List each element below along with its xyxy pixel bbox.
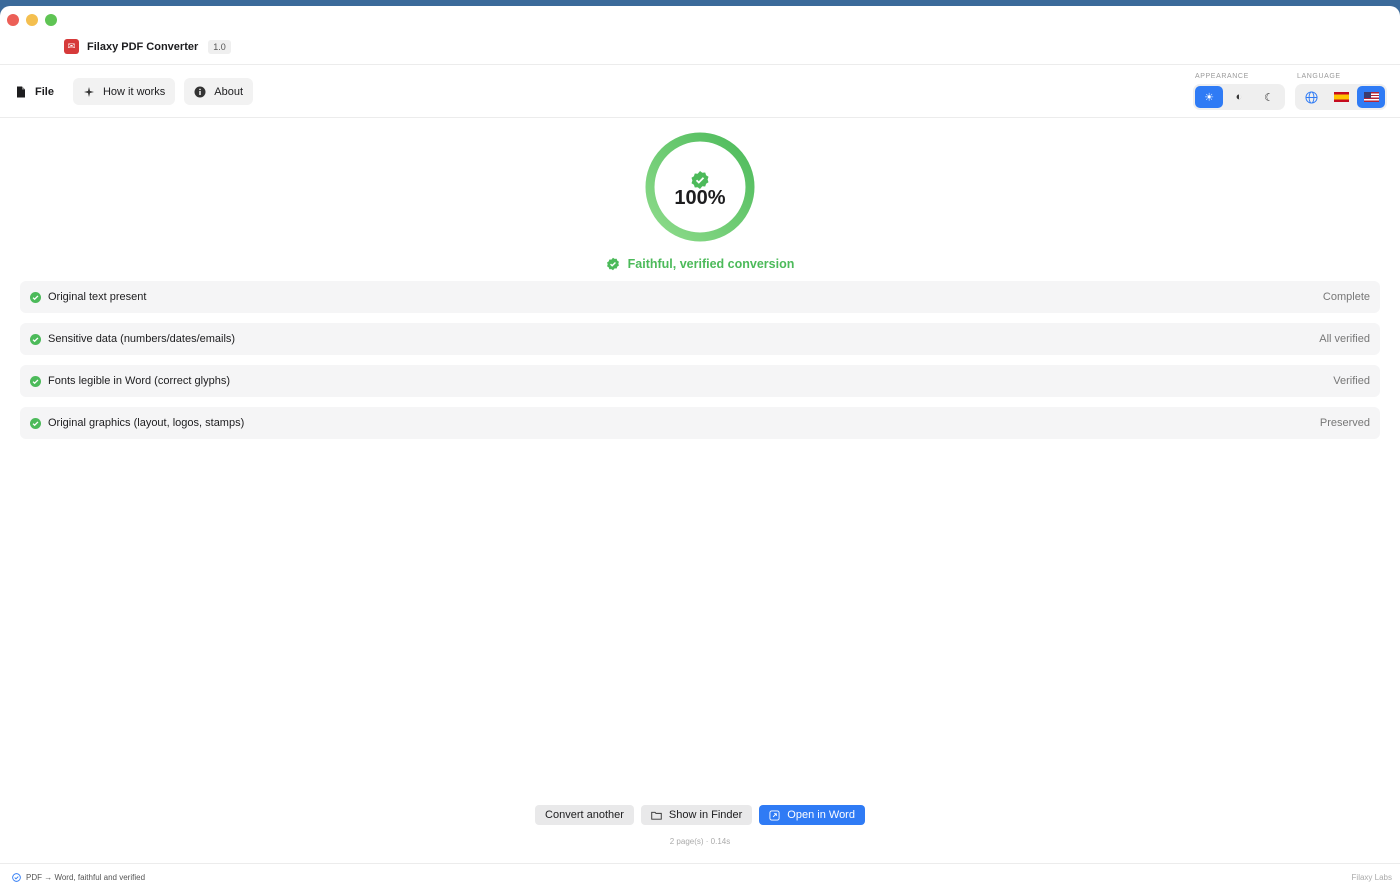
document-icon — [17, 86, 25, 97]
app-window: ✉ Filaxy PDF Converter 1.0 File How it w… — [0, 6, 1400, 885]
minimize-window-button[interactable] — [26, 14, 38, 26]
sun-icon: ☀ — [1204, 91, 1214, 104]
divider — [0, 64, 1400, 65]
score-gauge: 100% — [644, 131, 756, 243]
about-label: About — [214, 85, 244, 98]
window-controls — [7, 14, 57, 26]
appearance-group: APPEARANCE ☀ ◐ ☾ — [1193, 73, 1285, 110]
show-in-finder-label: Show in Finder — [668, 809, 743, 821]
verdict: Faithful, verified conversion — [0, 257, 1400, 271]
close-window-button[interactable] — [7, 14, 19, 26]
appearance-label: APPEARANCE — [1195, 73, 1249, 80]
globe-icon — [1304, 90, 1318, 104]
check-status: All verified — [1319, 333, 1370, 345]
light-mode-button[interactable]: ☀ — [1195, 86, 1223, 108]
language-auto-button[interactable] — [1297, 86, 1325, 108]
verification-checklist: Original text present Complete Sensitive… — [20, 281, 1380, 449]
show-in-finder-button[interactable]: Show in Finder — [640, 805, 753, 825]
check-icon — [30, 291, 41, 303]
convert-another-label: Convert another — [545, 809, 624, 821]
moon-icon: ☾ — [1264, 91, 1274, 104]
score-percent: 100% — [674, 187, 726, 209]
spain-flag-icon — [1333, 92, 1349, 102]
result-actions: Convert another Show in Finder Open in W… — [0, 805, 1400, 825]
preferences-toggles: APPEARANCE ☀ ◐ ☾ LANGUAGE — [1193, 73, 1387, 110]
contrast-icon: ◐ — [1235, 91, 1243, 103]
status-bar: PDF → Word, faithful and verified Filaxy… — [0, 869, 1400, 885]
file-button[interactable]: File — [10, 78, 64, 105]
company-credit: Filaxy Labs — [1351, 872, 1392, 882]
divider — [0, 117, 1400, 118]
open-external-icon — [769, 809, 780, 821]
check-icon — [30, 333, 41, 345]
title-bar: ✉ Filaxy PDF Converter 1.0 — [64, 39, 231, 54]
info-icon — [194, 86, 206, 97]
check-icon — [30, 417, 41, 429]
verified-check-icon — [12, 872, 21, 882]
sparkles-icon — [83, 86, 94, 97]
app-title: Filaxy PDF Converter — [87, 40, 199, 53]
main-toolbar: File How it works About — [10, 78, 254, 105]
app-logo-icon: ✉ — [64, 39, 79, 54]
how-it-works-button[interactable]: How it works — [72, 78, 176, 105]
language-switcher — [1295, 84, 1387, 110]
about-button[interactable]: About — [184, 78, 254, 105]
folder-icon — [651, 811, 662, 820]
language-english-button[interactable] — [1357, 86, 1385, 108]
check-label: Sensitive data (numbers/dates/emails) — [48, 333, 236, 345]
open-in-word-label: Open in Word — [787, 809, 855, 821]
check-label: Original graphics (layout, logos, stamps… — [48, 417, 245, 429]
appearance-switcher: ☀ ◐ ☾ — [1193, 84, 1285, 110]
check-row: Original text present Complete — [20, 281, 1380, 313]
check-row: Original graphics (layout, logos, stamps… — [20, 407, 1380, 439]
check-status: Preserved — [1319, 417, 1370, 429]
language-group: LANGUAGE — [1295, 73, 1387, 110]
check-label: Original text present — [48, 291, 147, 303]
conversion-meta: 2 page(s) · 0.14s — [669, 837, 731, 846]
zoom-window-button[interactable] — [45, 14, 57, 26]
check-label: Fonts legible in Word (correct glyphs) — [48, 375, 230, 387]
open-in-word-button[interactable]: Open in Word — [759, 805, 865, 825]
us-flag-icon — [1363, 92, 1379, 102]
dark-mode-button[interactable]: ☾ — [1255, 86, 1283, 108]
auto-mode-button[interactable]: ◐ — [1225, 86, 1253, 108]
convert-another-button[interactable]: Convert another — [535, 805, 634, 825]
divider — [0, 863, 1400, 864]
file-label: File — [35, 85, 54, 98]
verified-badge-icon — [606, 257, 619, 271]
check-status: Verified — [1333, 375, 1370, 387]
check-status: Complete — [1322, 291, 1370, 303]
check-row: Fonts legible in Word (correct glyphs) V… — [20, 365, 1380, 397]
language-label: LANGUAGE — [1297, 73, 1341, 80]
status-text: PDF → Word, faithful and verified — [26, 872, 146, 882]
version-badge: 1.0 — [208, 39, 231, 54]
language-spanish-button[interactable] — [1327, 86, 1355, 108]
check-row: Sensitive data (numbers/dates/emails) Al… — [20, 323, 1380, 355]
check-icon — [30, 375, 41, 387]
verdict-text: Faithful, verified conversion — [627, 257, 795, 271]
how-it-works-label: How it works — [102, 85, 166, 98]
